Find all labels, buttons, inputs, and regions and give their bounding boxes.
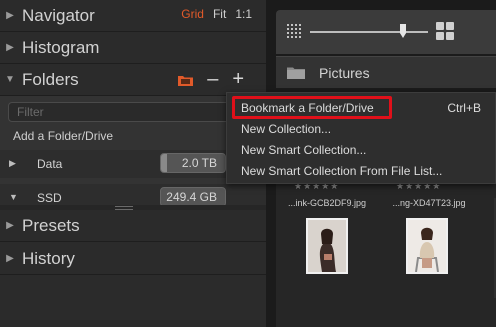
- expand-triangle-icon[interactable]: ▶: [0, 10, 20, 21]
- add-folder-link[interactable]: Add a Folder/Drive: [13, 129, 113, 143]
- filter-input[interactable]: Filter: [8, 102, 260, 122]
- folders-context-menu: Bookmark a Folder/Drive Ctrl+B New Colle…: [226, 92, 496, 184]
- expand-triangle-icon[interactable]: ▶: [0, 253, 20, 264]
- volume-size: 2.0 TB: [181, 156, 217, 170]
- large-grid-icon[interactable]: [436, 22, 454, 40]
- menu-item-label: New Collection...: [241, 122, 332, 136]
- menu-item-new-smart-collection[interactable]: New Smart Collection...: [227, 140, 496, 160]
- menu-item-new-collection[interactable]: New Collection...: [227, 119, 496, 139]
- orange-folder-icon[interactable]: [178, 73, 194, 86]
- presets-title: Presets: [22, 215, 80, 235]
- thumbnail-grid: ★★★★★ ★★★★★ ...ink-GCB2DF9.jpg ...ng-XD4…: [276, 180, 496, 327]
- navigator-title: Navigator: [22, 5, 95, 25]
- presets-header[interactable]: ▶ Presets: [0, 210, 266, 242]
- expand-triangle-icon[interactable]: ▶: [0, 42, 20, 53]
- small-grid-icon[interactable]: [286, 23, 302, 39]
- grid-link[interactable]: Grid: [181, 7, 204, 21]
- navigator-header[interactable]: ▶ Navigator Grid Fit 1:1: [0, 0, 266, 32]
- volume-size-badge: 249.4 GB: [160, 187, 226, 207]
- thumbnail-filename: ...ng-XD47T23.jpg: [392, 198, 466, 208]
- menu-item-bookmark-folder[interactable]: Bookmark a Folder/Drive Ctrl+B: [227, 98, 496, 118]
- menu-item-label: New Smart Collection From File List...: [241, 164, 443, 178]
- ratio-link[interactable]: 1:1: [235, 7, 252, 21]
- expand-triangle-icon[interactable]: ▶: [0, 220, 20, 231]
- folder-icon: [287, 66, 305, 79]
- volume-usage-fill: [161, 154, 168, 172]
- thumbnail-image[interactable]: [406, 218, 448, 274]
- collapse-triangle-icon[interactable]: ▼: [9, 192, 18, 202]
- thumbnail-image[interactable]: [306, 218, 348, 274]
- fit-link[interactable]: Fit: [213, 7, 226, 21]
- slider-thumb[interactable]: [400, 24, 406, 38]
- history-header[interactable]: ▶ History: [0, 243, 266, 275]
- volume-name: SSD: [37, 191, 62, 205]
- path-bar: Pictures: [276, 56, 496, 88]
- path-label[interactable]: Pictures: [319, 65, 370, 81]
- menu-item-shortcut: Ctrl+B: [447, 101, 481, 115]
- thumbnail-cell[interactable]: ...ng-XD47T23.jpg: [380, 190, 478, 275]
- thumbnail-filename: ...ink-GCB2DF9.jpg: [287, 198, 367, 208]
- plus-icon[interactable]: +: [232, 69, 244, 89]
- menu-item-smart-collection-from-list[interactable]: New Smart Collection From File List...: [227, 161, 496, 181]
- minus-icon[interactable]: –: [207, 69, 218, 89]
- expand-triangle-icon[interactable]: ▶: [9, 158, 16, 169]
- menu-item-label: New Smart Collection...: [241, 143, 367, 157]
- histogram-title: Histogram: [22, 37, 100, 57]
- thumbnail-toolbar: [276, 10, 496, 54]
- folder-tools: – +: [178, 69, 244, 89]
- volume-name: Data: [37, 157, 63, 171]
- menu-item-label: Bookmark a Folder/Drive: [241, 101, 374, 115]
- histogram-header[interactable]: ▶ Histogram: [0, 32, 266, 64]
- navigator-zoom-links: Grid Fit 1:1: [181, 7, 252, 21]
- history-title: History: [22, 248, 75, 268]
- volume-size-badge: 2.0 TB: [160, 153, 226, 173]
- collapse-triangle-icon[interactable]: ▼: [0, 74, 20, 85]
- volume-size: 249.4 GB: [166, 190, 217, 204]
- thumbnail-cell[interactable]: ...ink-GCB2DF9.jpg: [278, 190, 376, 275]
- thumbnail-size-slider[interactable]: [310, 31, 428, 33]
- folders-title: Folders: [22, 69, 79, 89]
